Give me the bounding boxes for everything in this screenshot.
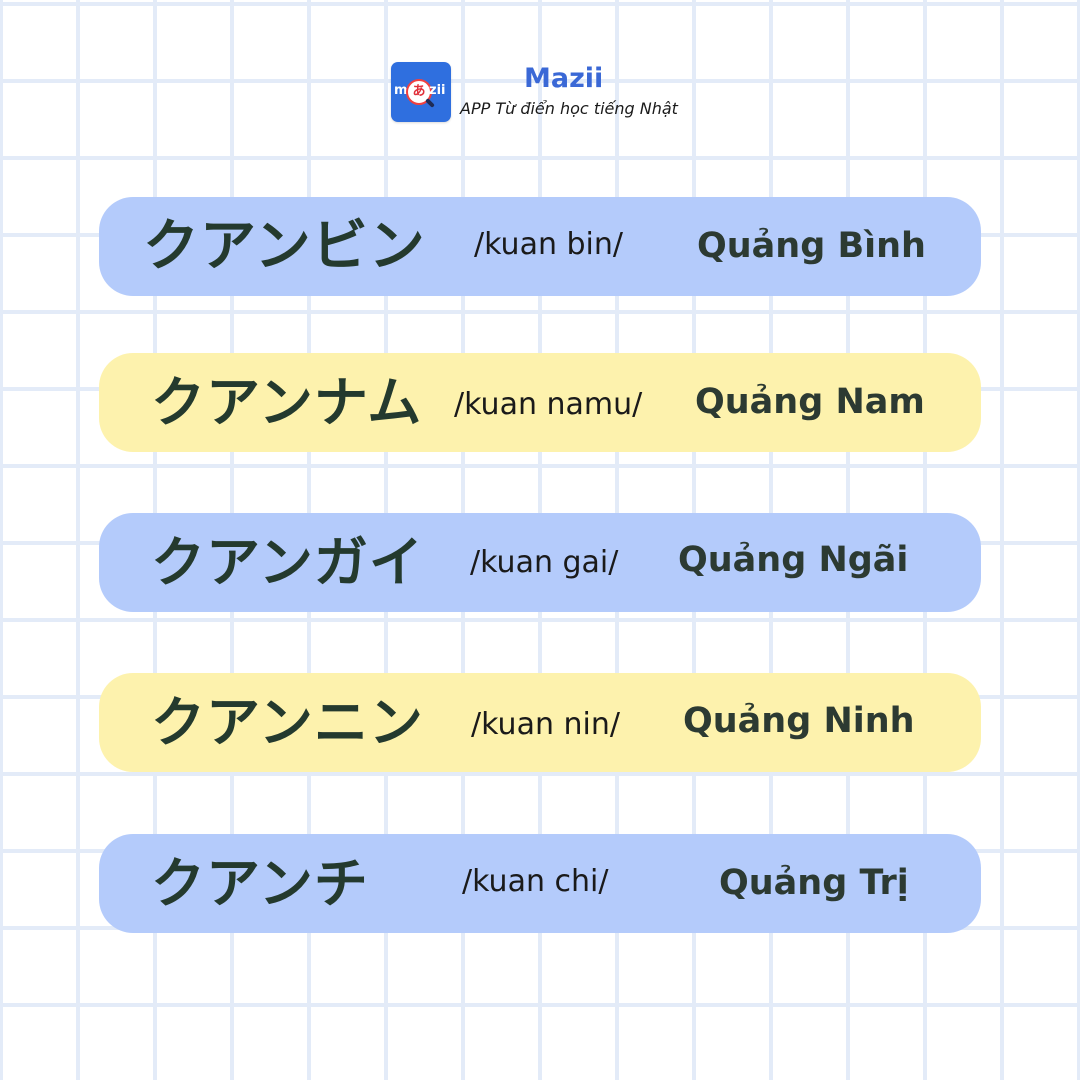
list-item-quang-binh: クアンビン /kuan bin/ Quảng Bình: [99, 197, 981, 296]
magnifier-handle-icon: [425, 98, 435, 108]
logo-text-zii: zii: [429, 83, 446, 98]
list-item-quang-tri: クアンチ /kuan chi/ Quảng Trị: [99, 834, 981, 933]
brand-tagline: APP Từ điển học tiếng Nhật: [460, 99, 678, 118]
list-item-quang-ninh: クアンニン /kuan nin/ Quảng Ninh: [99, 673, 981, 772]
romaji-text: /kuan gai/: [470, 545, 619, 580]
katakana-text: クアンニン: [151, 691, 424, 754]
province-name: Quảng Nam: [695, 382, 925, 422]
katakana-text: クアンナム: [151, 371, 423, 434]
list-item-quang-ngai: クアンガイ /kuan gai/ Quảng Ngãi: [99, 513, 981, 612]
brand-header: m あ zii Mazii APP Từ điển học tiếng Nhật: [391, 62, 691, 126]
brand-name: Mazii: [524, 63, 604, 94]
province-name: Quảng Bình: [697, 226, 926, 266]
romaji-text: /kuan namu/: [454, 387, 643, 422]
list-item-quang-nam: クアンナム /kuan namu/ Quảng Nam: [99, 353, 981, 452]
katakana-text: クアンガイ: [151, 531, 424, 594]
katakana-text: クアンチ: [151, 852, 369, 915]
romaji-text: /kuan bin/: [474, 227, 624, 262]
mazii-logo-icon: m あ zii: [391, 62, 451, 122]
province-name: Quảng Ninh: [683, 701, 915, 741]
province-name: Quảng Ngãi: [678, 540, 909, 580]
katakana-text: クアンビン: [143, 214, 426, 279]
romaji-text: /kuan nin/: [471, 707, 620, 742]
romaji-text: /kuan chi/: [462, 864, 609, 899]
province-name: Quảng Trị: [719, 863, 909, 903]
